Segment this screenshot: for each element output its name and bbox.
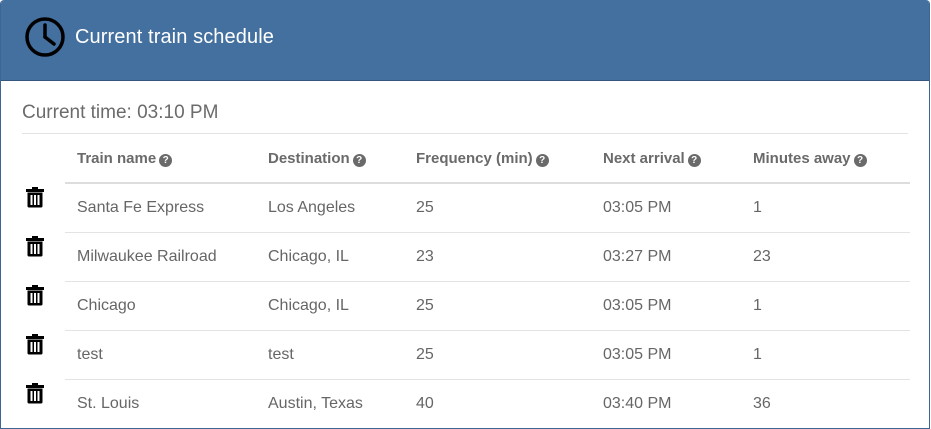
trash-icon[interactable] bbox=[24, 235, 46, 257]
column-header-next-arrival[interactable]: Next arrival? bbox=[591, 134, 741, 184]
trash-icon[interactable] bbox=[24, 382, 46, 404]
table-row: Milwaukee Railroad Chicago, IL 23 03:27 … bbox=[22, 231, 910, 281]
frequency-cell: 23 bbox=[404, 231, 591, 281]
trash-column-header bbox=[22, 134, 65, 183]
frequency-cell: 25 bbox=[416, 198, 434, 216]
question-icon[interactable]: ? bbox=[535, 153, 549, 167]
train-name-cell: Santa Fe Express bbox=[77, 198, 205, 216]
delete-cell bbox=[22, 183, 65, 232]
delete-cell bbox=[22, 379, 65, 428]
column-header-train-name[interactable]: Train name? bbox=[65, 134, 256, 184]
schedule-panel: Current train schedule Current time: 03:… bbox=[0, 0, 930, 429]
column-label: Destination bbox=[268, 149, 350, 167]
clock-icon bbox=[25, 17, 65, 57]
panel-header: Current train schedule bbox=[1, 0, 929, 81]
question-icon[interactable]: ? bbox=[159, 153, 173, 167]
column-label: Frequency (min) bbox=[416, 149, 533, 167]
question-icon[interactable]: ? bbox=[687, 153, 701, 167]
minutes-away-cell: 1 bbox=[741, 329, 910, 379]
destination-cell: Los Angeles bbox=[268, 198, 356, 216]
column-label: Minutes away bbox=[753, 149, 851, 167]
panel-body: Current time: 03:10 PM Train name? Desti… bbox=[1, 81, 929, 428]
next-arrival-cell: 03:05 PM bbox=[591, 329, 741, 379]
table-row: Chicago Chicago, IL 25 03:05 PM 1 bbox=[22, 280, 910, 330]
column-label: Train name bbox=[77, 149, 157, 167]
table-row: St. Louis Austin, Texas 40 03:40 PM 36 bbox=[22, 378, 910, 428]
train-name-cell: test bbox=[65, 329, 256, 379]
train-name-cell: Milwaukee Railroad bbox=[65, 231, 256, 281]
column-label: Next arrival bbox=[603, 149, 685, 167]
frequency-cell: 25 bbox=[404, 280, 591, 330]
destination-cell: Austin, Texas bbox=[256, 378, 404, 428]
current-time: Current time: 03:10 PM bbox=[22, 101, 908, 134]
trash-icon[interactable] bbox=[24, 333, 46, 355]
table-row: Santa Fe Express Los Angeles 25 03:05 PM… bbox=[22, 183, 910, 232]
question-icon[interactable]: ? bbox=[853, 153, 867, 167]
destination-cell: Chicago, IL bbox=[256, 231, 404, 281]
next-arrival-cell: 03:05 PM bbox=[603, 198, 672, 216]
column-header-minutes-away[interactable]: Minutes away? bbox=[741, 134, 910, 184]
destination-cell: Chicago, IL bbox=[256, 280, 404, 330]
table-row: test test 25 03:05 PM 1 bbox=[22, 329, 910, 379]
minutes-away-cell: 23 bbox=[741, 231, 910, 281]
delete-cell bbox=[22, 330, 65, 379]
frequency-cell: 40 bbox=[404, 378, 591, 428]
trash-icon[interactable] bbox=[24, 284, 46, 306]
train-name-cell: Chicago bbox=[65, 280, 256, 330]
minutes-away-cell: 36 bbox=[741, 378, 910, 428]
column-header-frequency[interactable]: Frequency (min)? bbox=[404, 134, 591, 184]
column-header-destination[interactable]: Destination? bbox=[256, 134, 404, 184]
next-arrival-cell: 03:27 PM bbox=[591, 231, 741, 281]
schedule-table: Train name? Destination? Frequency (min)… bbox=[22, 134, 910, 428]
train-name-cell: St. Louis bbox=[65, 378, 256, 428]
delete-cell bbox=[22, 232, 65, 281]
delete-cell bbox=[22, 281, 65, 330]
trash-icon[interactable] bbox=[24, 186, 46, 208]
minutes-away-cell: 1 bbox=[753, 198, 762, 216]
destination-cell: test bbox=[256, 329, 404, 379]
question-icon[interactable]: ? bbox=[352, 153, 366, 167]
frequency-cell: 25 bbox=[404, 329, 591, 379]
next-arrival-cell: 03:05 PM bbox=[591, 280, 741, 330]
next-arrival-cell: 03:40 PM bbox=[591, 378, 741, 428]
table-header-row: Train name? Destination? Frequency (min)… bbox=[22, 134, 910, 184]
minutes-away-cell: 1 bbox=[741, 280, 910, 330]
panel-title: Current train schedule bbox=[75, 25, 274, 48]
